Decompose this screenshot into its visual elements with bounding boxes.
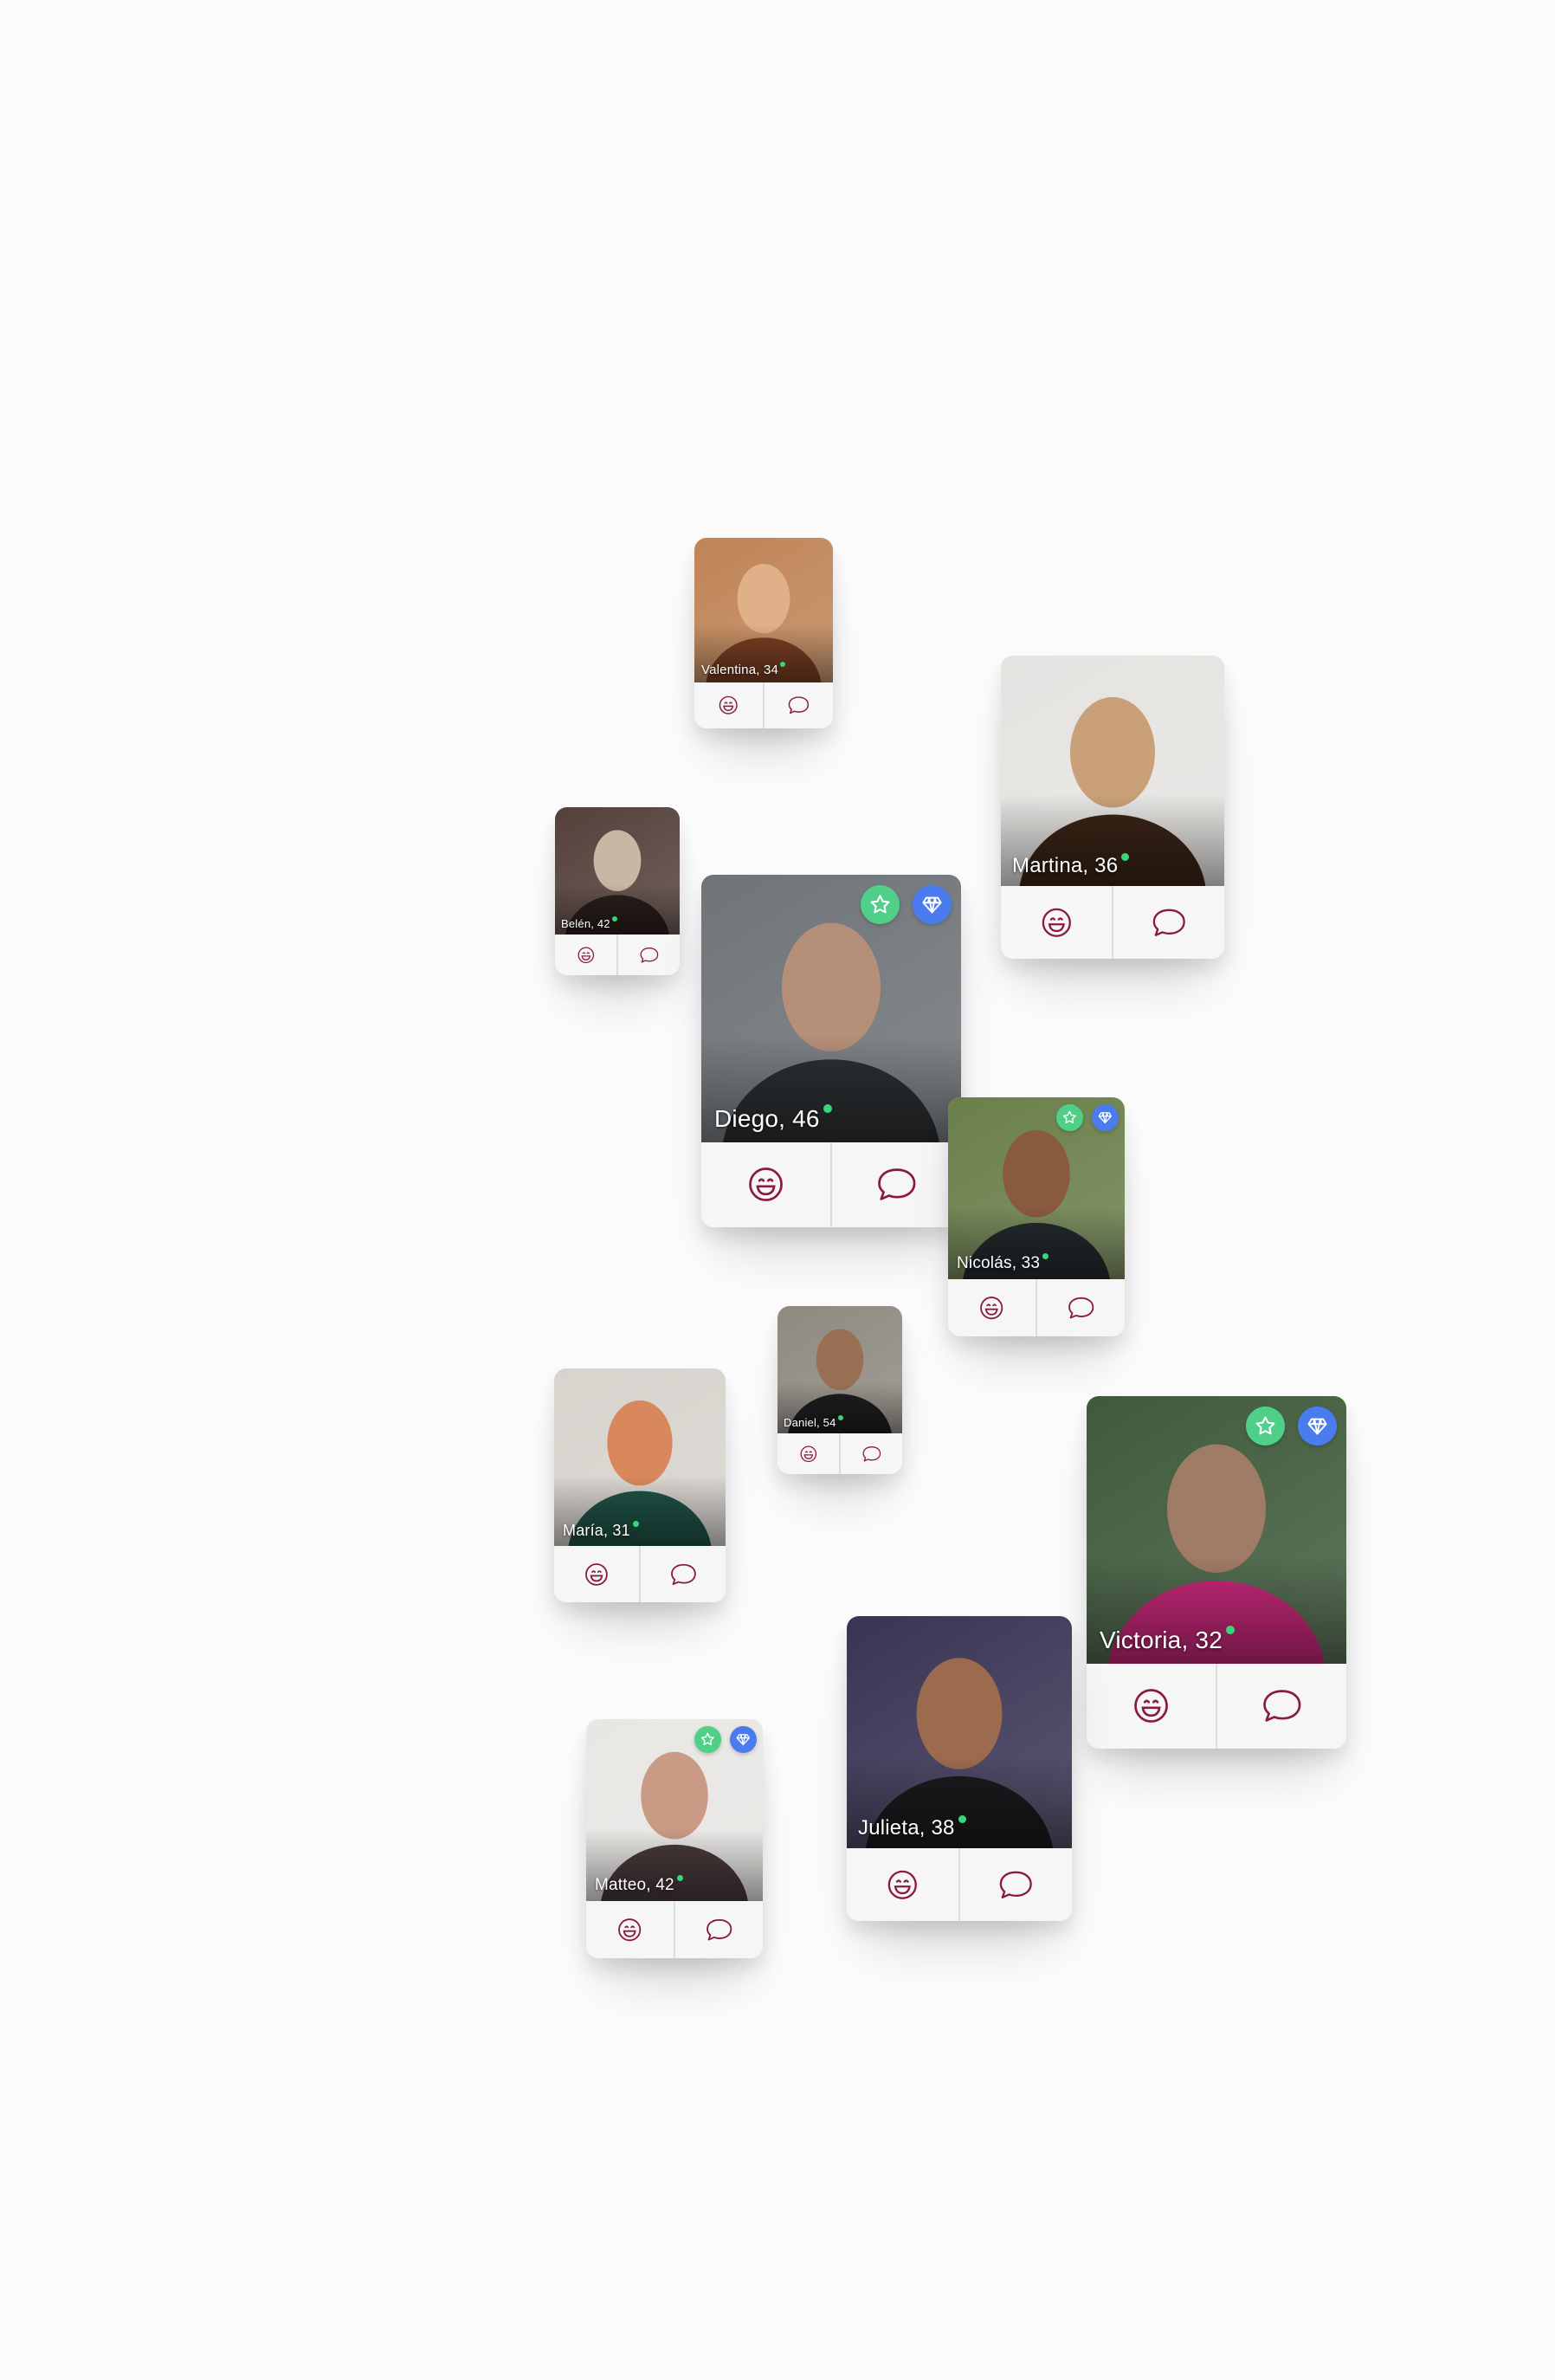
online-status-dot (1226, 1626, 1235, 1634)
chat-bubble-icon (862, 1445, 881, 1462)
profile-actions (586, 1901, 763, 1958)
smile-icon (618, 1918, 642, 1942)
profile-card-martina[interactable]: Martina, 36 (1001, 656, 1224, 959)
profile-name: Julieta, 38 (858, 1816, 955, 1840)
online-status-dot (1042, 1253, 1048, 1259)
message-button[interactable] (1112, 886, 1224, 959)
message-button[interactable] (1036, 1279, 1125, 1336)
profile-photo[interactable]: Diego, 46 (701, 875, 961, 1142)
profile-photo[interactable]: Daniel, 54 (778, 1306, 902, 1433)
profile-card-victoria[interactable]: Victoria, 32 (1087, 1396, 1346, 1749)
profile-photo[interactable]: Victoria, 32 (1087, 1396, 1346, 1664)
smile-icon (887, 1870, 918, 1899)
profile-name: Victoria, 32 (1100, 1627, 1223, 1653)
profile-actions (778, 1433, 902, 1474)
smile-icon (980, 1296, 1003, 1320)
chat-bubble-icon (706, 1918, 732, 1941)
smile-button[interactable] (778, 1433, 839, 1474)
smile-button[interactable] (586, 1901, 674, 1958)
profile-photo[interactable]: Belén, 42 (555, 807, 680, 935)
star-badge-icon (694, 1726, 721, 1753)
profile-card-diego[interactable]: Diego, 46 (701, 875, 961, 1227)
smile-icon (1134, 1689, 1168, 1724)
profile-name: Nicolás, 33 (957, 1254, 1041, 1272)
chat-bubble-icon (640, 947, 658, 963)
smile-icon (800, 1445, 816, 1462)
profile-name: Martina, 36 (1012, 854, 1119, 877)
message-button[interactable] (830, 1142, 961, 1227)
smile-icon (577, 947, 594, 963)
profile-card-daniel[interactable]: Daniel, 54 (778, 1306, 902, 1474)
profile-photo[interactable]: Julieta, 38 (847, 1616, 1072, 1848)
profile-name: María, 31 (563, 1522, 630, 1539)
message-button[interactable] (763, 682, 833, 728)
diamond-badge-icon (1092, 1104, 1119, 1131)
online-status-dot (677, 1875, 683, 1881)
online-status-dot (780, 662, 785, 667)
profile-card-nicolas[interactable]: Nicolás, 33 (948, 1097, 1125, 1336)
message-button[interactable] (839, 1433, 902, 1474)
online-status-dot (838, 1415, 843, 1420)
profile-card-valentina[interactable]: Valentina, 34 (694, 538, 833, 728)
profile-actions (694, 682, 833, 728)
profile-card-matteo[interactable]: Matteo, 42 (586, 1719, 763, 1958)
online-status-dot (1121, 853, 1129, 861)
profile-name: Daniel, 54 (784, 1416, 836, 1429)
diamond-badge-icon (1298, 1407, 1337, 1445)
smile-icon (1042, 908, 1071, 937)
chat-bubble-icon (877, 1168, 916, 1201)
message-button[interactable] (674, 1901, 763, 1958)
message-button[interactable] (1216, 1664, 1346, 1749)
smile-button[interactable] (948, 1279, 1036, 1336)
diamond-badge-icon (913, 885, 952, 924)
smile-button[interactable] (701, 1142, 830, 1227)
smile-button[interactable] (847, 1848, 958, 1921)
profile-photo[interactable]: Matteo, 42 (586, 1719, 763, 1901)
smile-button[interactable] (694, 682, 763, 728)
online-status-dot (633, 1521, 639, 1527)
profile-name: Belén, 42 (561, 917, 610, 930)
profile-actions (1087, 1664, 1346, 1749)
star-badge-icon (1056, 1104, 1083, 1131)
message-button[interactable] (639, 1546, 726, 1602)
profile-actions (1001, 886, 1224, 959)
profile-name: Matteo, 42 (595, 1876, 674, 1894)
smile-button[interactable] (1087, 1664, 1216, 1749)
smile-button[interactable] (1001, 886, 1112, 959)
profile-photo[interactable]: Valentina, 34 (694, 538, 833, 682)
diamond-badge-icon (730, 1726, 757, 1753)
chat-bubble-icon (1068, 1297, 1094, 1319)
smile-button[interactable] (555, 935, 616, 975)
star-badge-icon (861, 885, 900, 924)
online-status-dot (612, 916, 617, 922)
online-status-dot (823, 1104, 832, 1113)
profile-actions (701, 1142, 961, 1227)
profile-actions (554, 1546, 726, 1602)
profile-card-belen[interactable]: Belén, 42 (555, 807, 680, 975)
profile-card-maria[interactable]: María, 31 (554, 1368, 726, 1602)
profile-photo[interactable]: María, 31 (554, 1368, 726, 1546)
online-status-dot (958, 1815, 966, 1823)
profile-photo[interactable]: Nicolás, 33 (948, 1097, 1125, 1279)
profile-name: Valentina, 34 (701, 663, 779, 677)
profile-photo[interactable]: Martina, 36 (1001, 656, 1224, 886)
chat-bubble-icon (999, 1871, 1033, 1898)
profile-card-julieta[interactable]: Julieta, 38 (847, 1616, 1072, 1921)
chat-bubble-icon (1152, 909, 1185, 936)
smile-icon (749, 1167, 783, 1202)
smile-icon (585, 1562, 608, 1586)
chat-bubble-icon (1262, 1690, 1301, 1723)
message-button[interactable] (958, 1848, 1072, 1921)
message-button[interactable] (616, 935, 680, 975)
profile-actions (555, 935, 680, 975)
smile-button[interactable] (554, 1546, 639, 1602)
smile-icon (719, 696, 738, 715)
profile-name: Diego, 46 (714, 1105, 820, 1132)
chat-bubble-icon (788, 696, 810, 715)
profile-actions (847, 1848, 1072, 1921)
profile-actions (948, 1279, 1125, 1336)
chat-bubble-icon (670, 1563, 696, 1585)
star-badge-icon (1246, 1407, 1285, 1445)
